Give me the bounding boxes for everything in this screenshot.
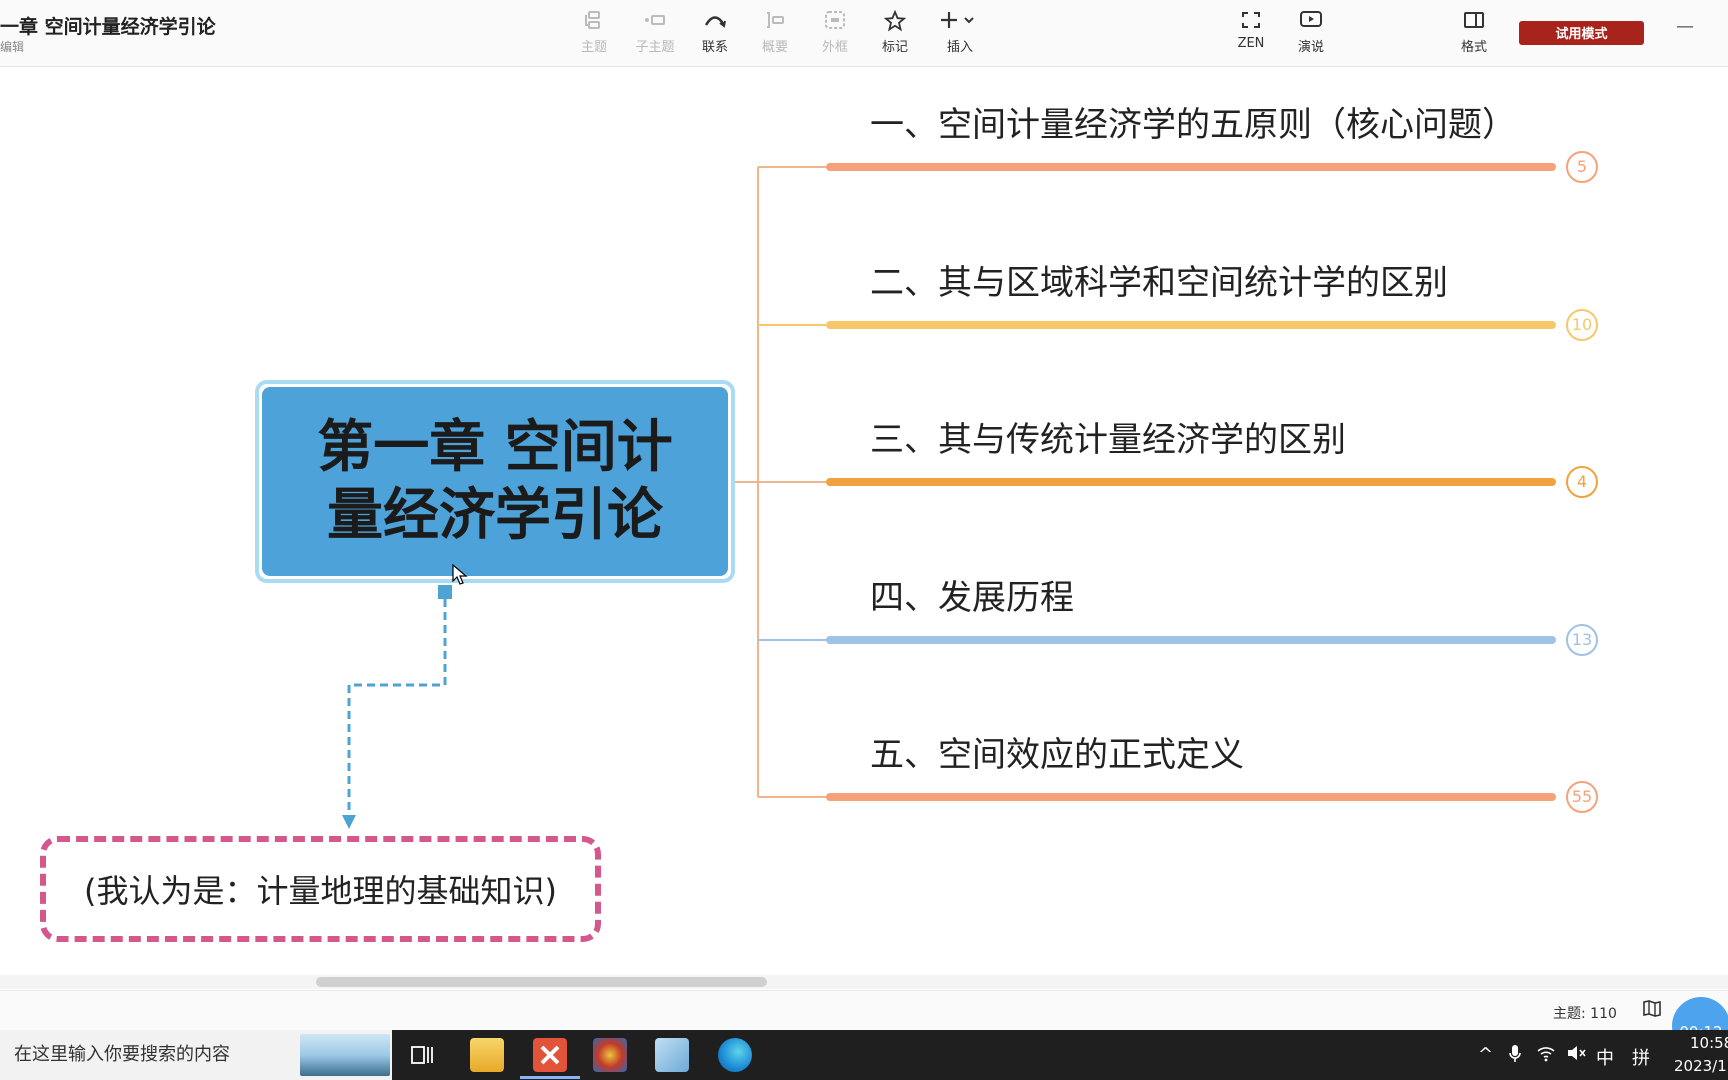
- relationship-handle: [438, 585, 452, 599]
- callout-topic[interactable]: (我认为是：计量地理的基础知识): [40, 836, 601, 942]
- branch-topic-5[interactable]: 五、空间效应的正式定义: [870, 727, 1244, 776]
- callout-label: (我认为是：计量地理的基础知识): [84, 872, 557, 910]
- format-button[interactable]: 格式: [1444, 10, 1504, 58]
- status-bar: 主题: 110 00:12: [0, 990, 1728, 1055]
- branch-topic-2[interactable]: 二、其与区域科学和空间统计学的区别: [870, 255, 1448, 304]
- mindmap-canvas[interactable]: 一、空间计量经济学的五原则（核心问题） 5 二、其与区域科学和空间统计学的区别 …: [0, 67, 1728, 977]
- callout-arrowhead: [342, 815, 356, 829]
- active-app-indicator: [520, 1076, 580, 1079]
- star-icon: [865, 9, 925, 34]
- branch-bar-1[interactable]: [826, 163, 1556, 171]
- collapsed-count-badge-2[interactable]: 10: [1566, 309, 1598, 341]
- zen-button[interactable]: ZEN: [1221, 10, 1281, 58]
- mouse-cursor-icon: [452, 564, 468, 585]
- zen-button-label: ZEN: [1237, 36, 1265, 51]
- outline-map-icon[interactable]: [1642, 999, 1662, 1022]
- trial-mode-button[interactable]: 试用模式: [1519, 21, 1644, 45]
- present-button[interactable]: 演说: [1281, 10, 1341, 58]
- marker-button[interactable]: 标记: [865, 9, 925, 58]
- plus-icon: [930, 10, 990, 34]
- topic-button[interactable]: 主题: [564, 10, 624, 58]
- collapsed-count-badge-4[interactable]: 13: [1566, 624, 1598, 656]
- app-icon-colorful[interactable]: [593, 1038, 627, 1072]
- insert-button-label: 插入: [946, 40, 973, 55]
- speaker-muted-icon[interactable]: [1566, 1044, 1586, 1067]
- summary-button-label: 概要: [761, 40, 788, 55]
- task-view-icon[interactable]: [410, 1044, 434, 1070]
- xmind-app-icon[interactable]: [533, 1038, 567, 1072]
- subtopic-button[interactable]: 子主题: [625, 10, 685, 58]
- microphone-icon[interactable]: [1508, 1044, 1522, 1069]
- clock-time[interactable]: 10:58: [1690, 1034, 1728, 1052]
- branch-topic-1[interactable]: 一、空间计量经济学的五原则（核心问题）: [870, 97, 1516, 146]
- insert-button[interactable]: 插入: [930, 10, 990, 58]
- central-topic-fill: 第一章 空间计量经济学引论: [262, 387, 728, 576]
- branch-bar-2[interactable]: [826, 321, 1556, 329]
- branch-bar-4[interactable]: [826, 636, 1556, 644]
- collapsed-count-badge-1[interactable]: 5: [1566, 151, 1598, 183]
- wifi-icon[interactable]: [1536, 1044, 1556, 1067]
- fullscreen-icon: [1221, 10, 1281, 34]
- summary-button[interactable]: 概要: [745, 10, 805, 58]
- subtopic-button-label: 子主题: [635, 40, 675, 55]
- document-title: 一章 空间计量经济学引论: [0, 16, 216, 38]
- document-subtitle: 编辑: [0, 40, 25, 54]
- edge-browser-icon[interactable]: [718, 1038, 752, 1072]
- clock-date[interactable]: 2023/1: [1674, 1057, 1727, 1075]
- branch-bar-5[interactable]: [826, 793, 1556, 801]
- notes-app-icon[interactable]: [655, 1038, 689, 1072]
- collapsed-count-badge-5[interactable]: 55: [1566, 781, 1598, 813]
- subtopic-icon: [625, 10, 685, 34]
- boundary-icon: [805, 10, 865, 34]
- minimize-icon[interactable]: —: [1676, 16, 1694, 37]
- relationship-button-label: 联系: [701, 40, 728, 55]
- toolbar: 一章 空间计量经济学引论 编辑 主题 子主题 联系 概要 外框 标记 插入 ZE…: [0, 0, 1728, 67]
- summary-icon: [745, 10, 805, 34]
- topic-count: 主题: 110: [1553, 1006, 1617, 1022]
- ime-mode-indicator[interactable]: 中: [1596, 1044, 1614, 1070]
- panel-icon: [1444, 10, 1504, 34]
- callout-connector: [347, 599, 447, 819]
- relationship-icon: [685, 10, 745, 34]
- search-highlight-image: [300, 1034, 390, 1076]
- ime-layout-indicator[interactable]: 拼: [1632, 1044, 1650, 1070]
- boundary-button[interactable]: 外框: [805, 10, 865, 58]
- central-topic-label: 第一章 空间计量经济学引论: [317, 414, 673, 548]
- format-button-label: 格式: [1460, 40, 1487, 55]
- file-explorer-icon[interactable]: [470, 1038, 504, 1072]
- branch-topic-3[interactable]: 三、其与传统计量经济学的区别: [870, 412, 1346, 461]
- collapsed-count-badge-3[interactable]: 4: [1566, 466, 1598, 498]
- branch-bar-3[interactable]: [826, 478, 1556, 486]
- windows-taskbar: 在这里输入你要搜索的内容 ^ 中 拼 10:58 2023/1: [0, 1030, 1728, 1080]
- topic-icon: [564, 10, 624, 34]
- tray-overflow-icon[interactable]: ^: [1478, 1044, 1493, 1065]
- topic-button-label: 主题: [580, 40, 607, 55]
- branch-topic-4[interactable]: 四、发展历程: [870, 570, 1074, 619]
- boundary-button-label: 外框: [821, 40, 848, 55]
- relationship-button[interactable]: 联系: [685, 10, 745, 58]
- horizontal-scrollbar[interactable]: [0, 975, 1728, 989]
- present-button-label: 演说: [1297, 40, 1324, 55]
- marker-button-label: 标记: [881, 40, 908, 55]
- horizontal-scrollbar-thumb[interactable]: [316, 977, 767, 987]
- play-icon: [1281, 10, 1341, 34]
- central-topic[interactable]: 第一章 空间计量经济学引论: [255, 380, 735, 583]
